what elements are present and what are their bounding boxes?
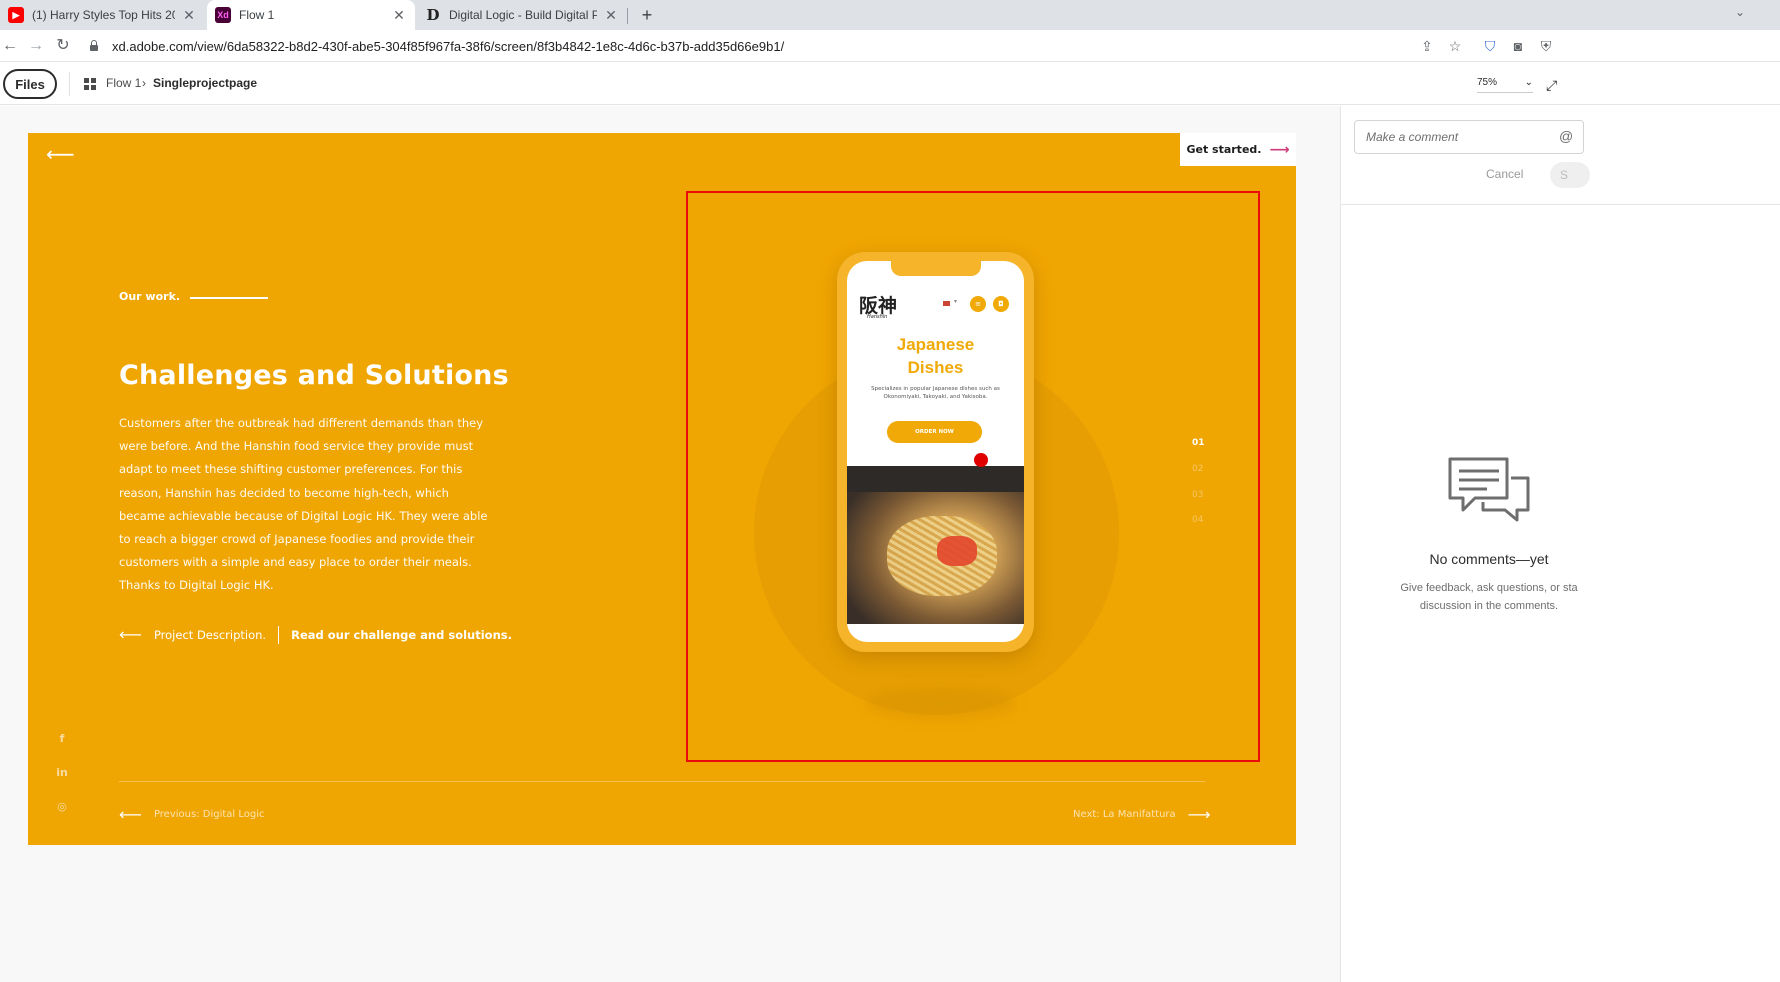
bookmark-star-icon[interactable]: ☆ xyxy=(1447,38,1463,54)
get-started-label: Get started. xyxy=(1186,143,1262,156)
get-started-button[interactable]: Get started. ⟶ xyxy=(1180,133,1296,166)
project-description-link[interactable]: ⟵ Project Description. Read our challeng… xyxy=(119,625,512,644)
chevron-down-icon: ⌄ xyxy=(1524,77,1533,88)
breadcrumb-page: Singleprojectpage xyxy=(153,76,258,90)
comments-panel: Make a comment @ Cancel S No comments—ye… xyxy=(1340,106,1780,982)
previous-label: Previous: Digital Logic xyxy=(153,809,265,820)
submit-button[interactable]: S xyxy=(1550,162,1590,188)
url-text: xd.adobe.com/view/6da58322-b8d2-430f-abe… xyxy=(112,38,785,54)
panel-divider xyxy=(1341,204,1780,205)
footer-divider xyxy=(119,781,1205,782)
empty-state-line1: Give feedback, ask questions, or sta xyxy=(1400,582,1578,594)
fullscreen-icon[interactable]: ⤢ xyxy=(1546,77,1557,94)
back-arrow-icon[interactable]: ⟵ xyxy=(46,142,75,166)
share-icon[interactable]: ⇪ xyxy=(1419,38,1435,54)
lock-icon[interactable] xyxy=(88,40,100,52)
empty-state-title: No comments—yet xyxy=(1429,551,1549,567)
header-divider xyxy=(69,72,70,96)
breadcrumb-flow[interactable]: Flow 1 xyxy=(106,76,141,90)
address-bar: ← → ↻ xd.adobe.com/view/6da58322-b8d2-43… xyxy=(0,30,1780,62)
close-icon[interactable]: ✕ xyxy=(391,7,407,24)
tab-youtube[interactable]: ▶ (1) Harry Styles Top Hits 2021 - H ✕ xyxy=(0,0,205,30)
close-icon[interactable]: ✕ xyxy=(181,7,197,24)
tab-search-icon[interactable]: ⌄ xyxy=(1735,5,1745,19)
xd-header: Files Flow 1 › Singleprojectpage 75% ⌄ ⤢ xyxy=(0,63,1780,105)
zoom-select[interactable]: 75% ⌄ xyxy=(1477,77,1533,93)
tab-digital-logic[interactable]: D Digital Logic - Build Digital Produ ✕ xyxy=(417,0,627,30)
next-project-link[interactable]: Next: La Manifattura ⟶ xyxy=(1073,805,1223,824)
arrow-right-icon: ⟶ xyxy=(1269,141,1290,158)
comment-input[interactable]: Make a comment xyxy=(1354,120,1584,154)
youtube-icon: ▶ xyxy=(8,7,24,23)
empty-state-description: Give feedback, ask questions, or sta dis… xyxy=(1381,579,1597,615)
extension-shield-icon[interactable]: ⛉ xyxy=(1482,38,1498,54)
linkedin-icon[interactable]: in xyxy=(56,766,68,779)
new-tab-button[interactable]: + xyxy=(636,4,658,26)
zoom-value: 75% xyxy=(1477,77,1498,88)
body-paragraph: Customers after the outbreak had differe… xyxy=(119,416,488,593)
tab-title: Flow 1 xyxy=(239,8,275,22)
facebook-icon[interactable]: f xyxy=(56,732,68,745)
digital-logic-icon: D xyxy=(426,6,440,24)
files-button[interactable]: Files xyxy=(3,69,57,99)
tab-divider xyxy=(627,8,628,24)
read-challenge-link[interactable]: Read our challenge and solutions. xyxy=(291,628,512,642)
mention-icon[interactable]: @ xyxy=(1559,128,1573,144)
camera-icon[interactable]: ◙ xyxy=(1510,38,1526,54)
close-icon[interactable]: ✕ xyxy=(603,7,619,24)
chevron-right-icon: › xyxy=(142,76,146,90)
reload-icon[interactable]: ↻ xyxy=(53,36,73,56)
back-icon[interactable]: ← xyxy=(0,36,20,56)
section-label: Our work. xyxy=(119,290,181,303)
tab-flow-1[interactable]: Xd Flow 1 ✕ xyxy=(207,0,415,30)
previous-project-link[interactable]: ⟵ Previous: Digital Logic xyxy=(119,805,265,824)
cancel-button[interactable]: Cancel xyxy=(1486,167,1523,181)
adobe-xd-icon: Xd xyxy=(215,7,231,23)
tab-title: (1) Harry Styles Top Hits 2021 - H xyxy=(32,8,175,22)
arrow-right-icon: ⟶ xyxy=(1187,805,1211,824)
comments-bubble-icon xyxy=(1448,457,1530,522)
empty-state-line2: discussion in the comments. xyxy=(1419,600,1559,612)
arrow-left-icon: ⟵ xyxy=(119,625,142,644)
highlight-rectangle xyxy=(686,191,1260,762)
link-divider xyxy=(278,625,280,644)
browser-tab-strip: ▶ (1) Harry Styles Top Hits 2021 - H ✕ X… xyxy=(0,0,1780,30)
grid-view-icon[interactable] xyxy=(84,78,96,90)
arrow-left-icon: ⟵ xyxy=(119,805,142,824)
instagram-icon[interactable]: ◎ xyxy=(56,800,68,813)
page-title: Challenges and Solutions xyxy=(119,360,509,391)
project-description-label: Project Description. xyxy=(153,627,267,642)
forward-icon[interactable]: → xyxy=(26,36,46,56)
divider-line xyxy=(190,297,268,299)
extension-icon[interactable]: ⛨ xyxy=(1538,38,1554,54)
next-label: Next: La Manifattura xyxy=(1073,809,1176,820)
tab-title: Digital Logic - Build Digital Produ xyxy=(449,8,597,22)
